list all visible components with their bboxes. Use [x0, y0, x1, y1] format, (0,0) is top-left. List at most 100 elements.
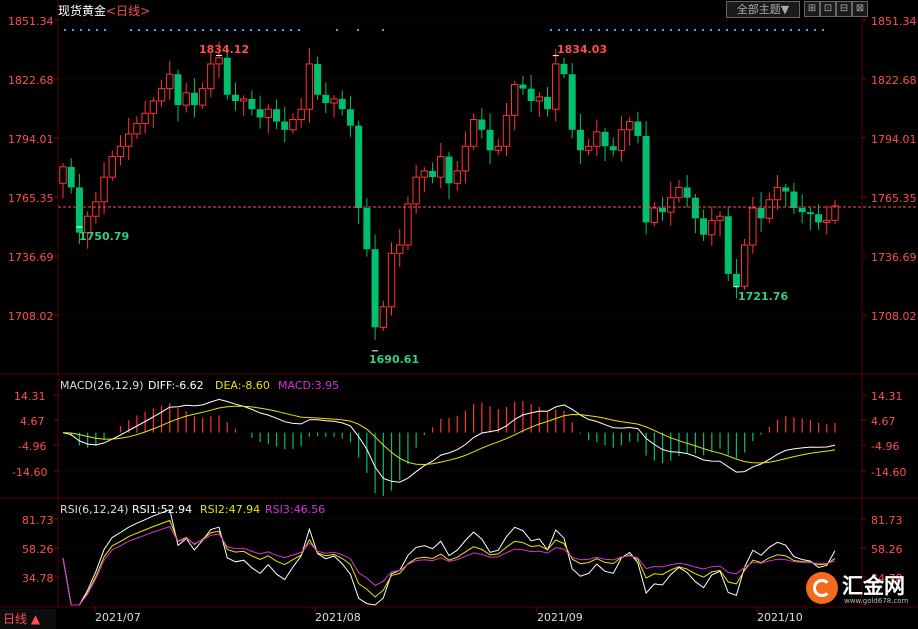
event-dot: [638, 29, 640, 31]
candle-body-down: [429, 170, 437, 178]
event-dot: [702, 29, 704, 31]
price-candles[interactable]: [58, 41, 918, 352]
candle-body-down: [576, 129, 584, 151]
macd-value: MACD:3.95: [278, 379, 339, 392]
event-dot: [282, 29, 284, 31]
candle-body-down: [634, 121, 642, 136]
price-tick: 1822.68: [871, 74, 917, 87]
event-dot: [242, 29, 244, 31]
candle-body-down: [790, 191, 798, 209]
rsi3-line: [62, 525, 836, 606]
candle-body-up: [305, 63, 314, 110]
candle-body-down: [355, 125, 363, 209]
price-tick: 1794.01: [8, 133, 54, 146]
candle-body-down: [609, 146, 617, 151]
price-axis-left: 1851.34 1822.68 1794.01 1765.35 1736.69 …: [8, 15, 54, 323]
candle-body-down: [757, 208, 765, 219]
event-dot: [798, 29, 800, 31]
candle-body-up: [593, 131, 601, 147]
macd-tick: -14.60: [12, 466, 47, 479]
candle-body-down: [527, 88, 535, 101]
event-dot: [194, 29, 196, 31]
macd-tick: -14.60: [871, 466, 906, 479]
event-dot: [64, 29, 66, 31]
rsi2-line: [62, 519, 836, 606]
event-dot: [710, 29, 712, 31]
event-dot: [146, 29, 148, 31]
grid-lines: [0, 0, 918, 612]
event-dot: [202, 29, 204, 31]
event-dot: [218, 29, 220, 31]
event-dot: [806, 29, 808, 31]
event-dot: [782, 29, 784, 31]
event-dot: [290, 29, 292, 31]
macd-dea-line: [62, 405, 836, 466]
event-markers: [64, 29, 824, 31]
event-dot: [654, 29, 656, 31]
event-dot: [574, 29, 576, 31]
candle-body-up: [182, 92, 190, 106]
candle-body-up: [264, 108, 273, 118]
candle-body-down: [642, 135, 650, 223]
candle-body-down: [683, 187, 691, 198]
macd-tick: 14.31: [871, 390, 903, 403]
period-label[interactable]: <日线>: [106, 4, 150, 18]
annotation-high: 1834.03: [557, 43, 607, 56]
minimize-icon[interactable]: ⊟: [836, 1, 852, 17]
event-dot: [646, 29, 648, 31]
candle-body-down: [478, 119, 486, 130]
candle-body-up: [740, 244, 749, 287]
macd-tick: -4.96: [871, 440, 899, 453]
restore-icon[interactable]: ⊡: [820, 1, 836, 17]
candle-body-up: [100, 176, 108, 203]
event-dot: [96, 29, 98, 31]
price-tick: 1765.35: [871, 192, 917, 205]
candle-body-up: [289, 118, 297, 131]
price-tick: 1765.35: [8, 192, 54, 205]
candle-body-down: [256, 109, 264, 118]
candle-body-up: [749, 207, 757, 246]
candle-body-down: [659, 208, 667, 213]
event-dot: [718, 29, 720, 31]
theme-dropdown[interactable]: 全部主题▼: [726, 1, 800, 18]
close-icon[interactable]: ⊠: [852, 1, 868, 17]
candle-body-up: [207, 63, 215, 90]
candle-body-up: [108, 156, 116, 178]
candle-body-down: [75, 187, 83, 233]
period-tab[interactable]: 日线 ▲: [0, 609, 56, 629]
event-dot: [726, 29, 728, 31]
event-dot: [670, 29, 672, 31]
rsi-tick: 34.78: [22, 572, 54, 585]
candle-body-down: [815, 214, 823, 223]
candle-body-up: [215, 57, 223, 65]
event-dot: [598, 29, 600, 31]
event-dot: [266, 29, 268, 31]
event-dot: [130, 29, 132, 31]
event-dot: [734, 29, 736, 31]
candle-body-down: [363, 208, 371, 250]
layout-grid-icon[interactable]: ⊞: [804, 1, 820, 17]
candle-body-down: [700, 218, 708, 235]
rsi-tick: 81.73: [22, 514, 54, 527]
event-dot: [750, 29, 752, 31]
candle-body-up: [149, 100, 158, 114]
instrument-name: 现货黄金: [58, 4, 107, 18]
event-dot: [170, 29, 172, 31]
event-dot: [790, 29, 792, 31]
candle-body-down: [691, 197, 699, 219]
candle-body-down: [486, 129, 494, 151]
candle-body-up: [387, 252, 396, 308]
event-dot: [582, 29, 584, 31]
candle-body-up: [379, 306, 387, 328]
candle-body-up: [412, 176, 420, 205]
event-dot: [566, 29, 568, 31]
macd-tick: -4.96: [18, 440, 46, 453]
event-dot: [357, 29, 359, 31]
candle-body-up: [239, 98, 248, 102]
event-dot: [274, 29, 276, 31]
event-dot: [234, 29, 236, 31]
rsi2-value: RSI2:47.94: [200, 503, 260, 516]
event-dot: [336, 29, 338, 31]
candle-body-up: [831, 205, 839, 221]
event-dot: [80, 29, 82, 31]
